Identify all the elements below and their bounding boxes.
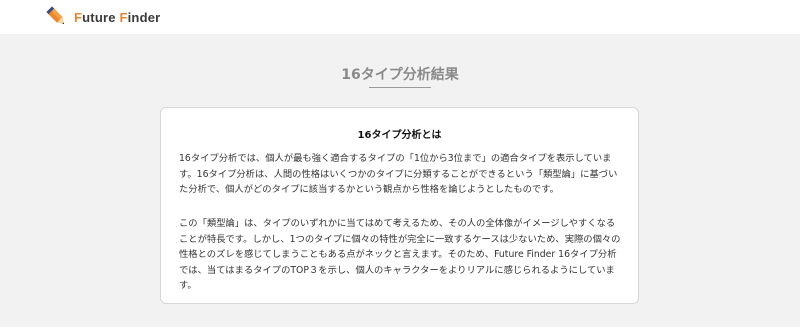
pencil-logo-icon [46, 6, 68, 28]
logo[interactable]: Future Finder [46, 5, 160, 29]
card-title: 16タイプ分析とは [357, 130, 442, 141]
page-title: 16タイプ分析結果 [341, 67, 459, 83]
paragraph-2: この「類型論」は、タイプのいずれかに当てはめて考えるため、その人の全体像がイメー… [179, 218, 621, 291]
title-underline [369, 87, 431, 88]
paragraph-1: 16タイプ分析では、個人が最も強く適合するタイプの「1位から3位まで」の適合タイ… [179, 153, 618, 195]
header: Future Finder [0, 0, 800, 34]
logo-text: Future Finder [74, 9, 161, 25]
description-card: 16タイプ分析とは 16タイプ分析では、個人が最も強く適合するタイプの「1位から… [160, 107, 639, 304]
